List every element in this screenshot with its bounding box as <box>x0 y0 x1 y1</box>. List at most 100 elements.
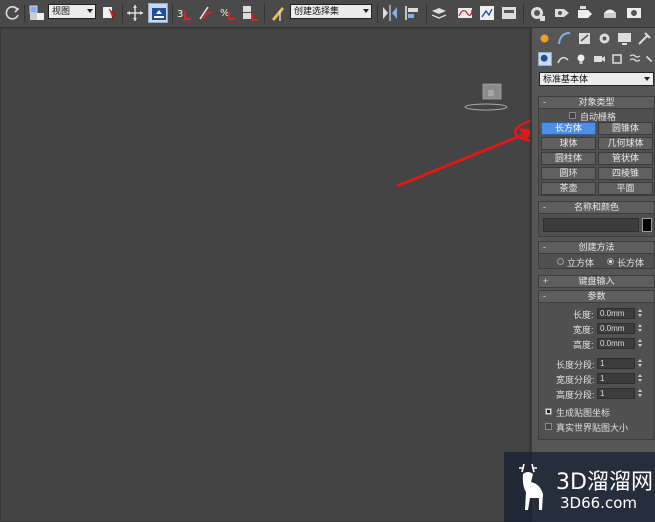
spinner-arrows-icon[interactable] <box>637 388 644 399</box>
cube-label: 立方体 <box>567 258 595 268</box>
object-type-rollout: - 对象类型 自动栅格 长方体 圆锥体 球体 几何球体 圆柱体 管状体 圆环 四… <box>538 96 655 196</box>
cone-button[interactable]: 圆锥体 <box>598 122 653 135</box>
geometry-icon[interactable] <box>538 52 552 66</box>
width-segs-spinner[interactable]: 1 <box>597 373 635 384</box>
height-label: 高度: <box>573 340 594 350</box>
hierarchy-tab-icon[interactable] <box>576 30 593 47</box>
spinner-snap-icon[interactable] <box>240 3 260 23</box>
object-type-title: 对象类型 <box>578 97 615 107</box>
teapot-button[interactable]: 茶壶 <box>541 182 596 195</box>
object-color-swatch[interactable] <box>642 218 652 232</box>
schematic-icon[interactable] <box>477 3 497 23</box>
object-name-input[interactable] <box>543 218 639 232</box>
undo-icon[interactable] <box>3 3 23 23</box>
watermark-url: 3D66.com <box>560 494 637 512</box>
cylinder-button[interactable]: 圆柱体 <box>541 152 596 165</box>
parameters-header[interactable]: - 参数 <box>539 291 654 303</box>
geosphere-button[interactable]: 几何球体 <box>598 137 653 150</box>
spinner-arrows-icon[interactable] <box>637 373 644 384</box>
material-editor-icon[interactable] <box>499 3 519 23</box>
category-label: 标准基本体 <box>543 74 589 84</box>
layer-icon[interactable] <box>429 3 449 23</box>
helpers-icon[interactable] <box>610 52 624 66</box>
spinner-arrows-icon[interactable] <box>637 323 644 334</box>
width-spinner[interactable]: 0.0mm <box>597 323 635 334</box>
cameras-icon[interactable] <box>592 52 606 66</box>
spinner-arrows-icon[interactable] <box>637 358 644 369</box>
real-world-map-checkbox[interactable] <box>545 423 552 430</box>
keyboard-entry-title: 键盘输入 <box>578 276 615 286</box>
height-spinner[interactable]: 0.0mm <box>597 338 635 349</box>
render-last-icon[interactable] <box>624 3 644 23</box>
collapse-icon: - <box>543 242 546 252</box>
mirror-icon[interactable] <box>380 3 400 23</box>
parameters-rollout: - 参数 长度: 0.0mm 宽度: 0.0mm 高度: 0.0mm 长度分段:… <box>538 290 655 440</box>
tube-button[interactable]: 管状体 <box>598 152 653 165</box>
object-type-header[interactable]: - 对象类型 <box>539 97 654 109</box>
keyboard-entry-rollout: + 键盘输入 <box>538 275 655 288</box>
watermark-title: 3D溜溜网 <box>556 470 653 495</box>
length-label: 长度: <box>573 310 594 320</box>
sphere-button[interactable]: 球体 <box>541 137 596 150</box>
name-color-header[interactable]: - 名称和颜色 <box>539 202 654 214</box>
name-color-title: 名称和颜色 <box>573 202 619 212</box>
lights-icon[interactable] <box>574 52 588 66</box>
spinner-arrows-icon[interactable] <box>637 338 644 349</box>
viewcube-ring-icon <box>464 103 508 111</box>
box-method-label: 长方体 <box>617 258 645 268</box>
creation-method-rollout: - 创建方法 立方体 长方体 <box>538 241 655 269</box>
render-frame-icon[interactable] <box>552 3 572 23</box>
snap-3-icon[interactable]: 3 <box>175 3 195 23</box>
gen-map-coords-checkbox[interactable] <box>545 408 552 415</box>
box-button[interactable]: 长方体 <box>541 122 596 135</box>
utilities-tab-icon[interactable] <box>636 30 653 47</box>
creation-method-header[interactable]: - 创建方法 <box>539 242 654 254</box>
edit-named-sel-icon[interactable] <box>268 3 288 23</box>
deer-logo-icon <box>519 463 543 510</box>
selection-set-dropdown[interactable]: 创建选择集 <box>290 4 372 19</box>
pyramid-button[interactable]: 四棱锥 <box>598 167 653 180</box>
curve-editor-icon[interactable] <box>455 3 475 23</box>
view-dropdown[interactable]: 视图 <box>48 4 96 19</box>
torus-button[interactable]: 圆环 <box>541 167 596 180</box>
viewcube-icon[interactable]: ||| <box>481 83 503 103</box>
align-icon[interactable] <box>403 3 423 23</box>
creation-method-title: 创建方法 <box>578 242 615 252</box>
spinner-arrows-icon[interactable] <box>637 308 644 319</box>
length-spinner[interactable]: 0.0mm <box>597 308 635 319</box>
height-segs-spinner[interactable]: 1 <box>597 388 635 399</box>
motion-tab-icon[interactable] <box>596 30 613 47</box>
category-dropdown[interactable]: 标准基本体 <box>539 72 654 86</box>
perspective-viewport[interactable]: ||| <box>0 28 530 522</box>
box-radio[interactable] <box>607 258 614 265</box>
angle-snap-icon[interactable] <box>196 3 216 23</box>
modify-tab-icon[interactable] <box>556 30 573 47</box>
spacewarps-icon[interactable] <box>628 52 642 66</box>
move-icon[interactable] <box>125 3 145 23</box>
command-panel: 标准基本体 - 对象类型 自动栅格 长方体 圆锥体 球体 几何球体 圆柱体 管状… <box>530 28 655 522</box>
render-setup-icon[interactable] <box>527 3 547 23</box>
systems-icon[interactable] <box>644 52 655 66</box>
display-tab-icon[interactable] <box>616 30 633 47</box>
view-dropdown-label: 视图 <box>52 6 71 16</box>
render-icon[interactable] <box>600 3 620 23</box>
autogrid-checkbox[interactable] <box>569 112 576 119</box>
select-object-icon[interactable] <box>148 3 168 23</box>
chevron-down-icon <box>644 77 650 81</box>
watermark: 3D溜溜网 3D66.com <box>504 452 655 522</box>
gen-map-coords-label: 生成贴图坐标 <box>556 408 611 418</box>
main-toolbar: 视图 3 % 创建选择集 <box>0 0 655 28</box>
shapes-icon[interactable] <box>556 52 570 66</box>
panel-tabs <box>534 30 655 49</box>
percent-snap-icon[interactable]: % <box>218 3 238 23</box>
cube-radio[interactable] <box>557 258 564 265</box>
name-color-rollout: - 名称和颜色 <box>538 201 655 237</box>
create-tab-icon[interactable] <box>536 30 553 47</box>
keyboard-entry-header[interactable]: + 键盘输入 <box>539 276 654 288</box>
chevron-down-icon <box>87 9 93 13</box>
select-filter-icon[interactable] <box>27 3 47 23</box>
select-region-icon[interactable] <box>100 3 120 23</box>
plane-button[interactable]: 平面 <box>598 182 653 195</box>
render-production-icon[interactable] <box>575 3 595 23</box>
length-segs-spinner[interactable]: 1 <box>597 358 635 369</box>
